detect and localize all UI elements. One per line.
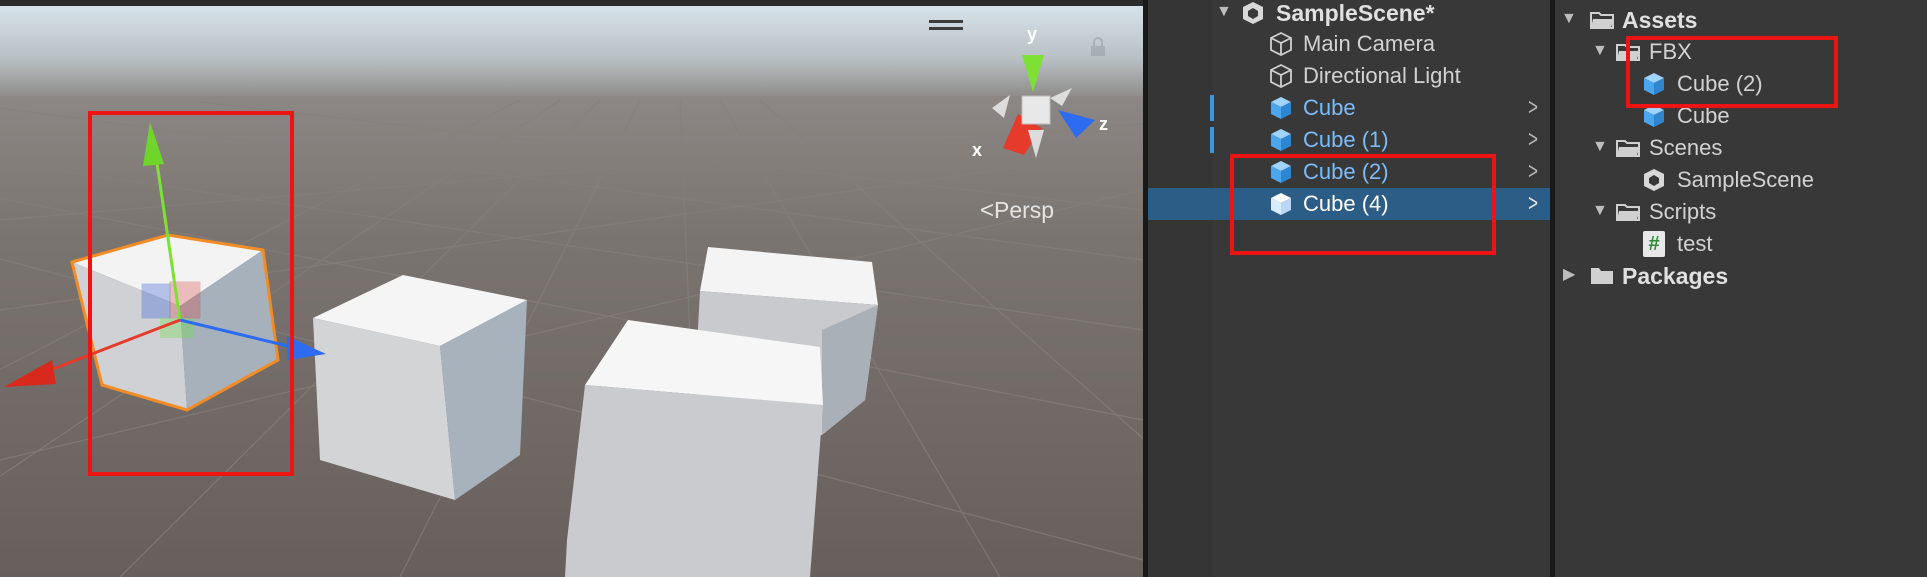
folder-open-icon <box>1616 204 1640 221</box>
hierarchy-item[interactable]: Main Camera <box>1148 28 1550 60</box>
hierarchy-panel: ▼ SampleScene* ··· Main Camera Direction… <box>1148 0 1550 577</box>
projection-toggle[interactable]: <Persp <box>980 197 1054 225</box>
project-tree-item[interactable]: ▶ Packages <box>1555 260 1927 292</box>
prefab-icon <box>1271 129 1291 151</box>
hierarchy-item[interactable]: Cube > <box>1148 92 1550 124</box>
fold-arrow-icon[interactable]: ▼ <box>1561 8 1579 30</box>
fold-arrow-icon[interactable]: ▼ <box>1592 40 1610 62</box>
scene-root-row[interactable]: ▼ SampleScene* ··· <box>1148 0 1550 29</box>
fold-arrow-icon[interactable]: ▼ <box>1216 1 1234 23</box>
folder-open-icon <box>1590 12 1614 29</box>
hierarchy-item[interactable]: Directional Light <box>1148 60 1550 92</box>
fold-arrow-icon[interactable]: ▼ <box>1592 136 1610 158</box>
project-tree-label: Scripts <box>1649 199 1717 224</box>
chevron-right-icon[interactable]: > <box>1528 190 1538 218</box>
hierarchy-item[interactable]: Cube (1) > <box>1148 124 1550 156</box>
csharp-script-icon: # <box>1643 231 1665 257</box>
project-tree-item[interactable]: # test <box>1555 228 1927 260</box>
annotation-box-hierarchy <box>1230 154 1496 255</box>
gameobject-icon <box>1270 31 1292 57</box>
fold-arrow-right-icon[interactable]: ▶ <box>1563 264 1581 286</box>
project-tree-label: test <box>1677 231 1713 256</box>
project-tree-label: Scenes <box>1649 135 1723 160</box>
hierarchy-item-label: Directional Light <box>1303 63 1461 88</box>
chevron-right-icon[interactable]: > <box>1528 126 1538 154</box>
skybox <box>0 6 1143 101</box>
hierarchy-item-label: Main Camera <box>1303 31 1436 56</box>
cube-front <box>565 320 823 577</box>
hierarchy-item-label: Cube <box>1303 95 1356 120</box>
projection-label: Persp <box>994 197 1055 223</box>
fold-arrow-icon[interactable]: ▼ <box>1592 200 1610 222</box>
gizmo-y-label[interactable]: y <box>1027 24 1037 45</box>
project-tree-label: SampleScene <box>1677 167 1814 192</box>
project-tree-item[interactable]: ▼ Assets <box>1555 4 1927 36</box>
chevron-right-icon[interactable]: > <box>1528 94 1538 122</box>
chevron-left-icon: < <box>980 197 995 224</box>
scene-view[interactable]: y x z <Persp <box>0 0 1143 577</box>
prefab-icon <box>1271 97 1291 119</box>
folder-icon <box>1591 268 1613 284</box>
script-glyph: # <box>1648 233 1660 255</box>
folder-open-icon <box>1616 140 1640 157</box>
project-tree-item[interactable]: SampleScene <box>1555 164 1927 196</box>
project-tree-item[interactable]: ▼ Scripts <box>1555 196 1927 228</box>
prefab-override-marker <box>1210 127 1214 153</box>
prefab-override-marker <box>1210 95 1214 121</box>
project-panel: ▼ Assets ▼ FBX Cube (2) Cube ▼ Scenes Sa… <box>1555 0 1927 577</box>
hamburger-icon[interactable] <box>929 20 963 30</box>
gizmo-x-label[interactable]: x <box>972 140 982 161</box>
cube-middle <box>313 275 527 500</box>
annotation-box-selected-cube <box>88 111 294 476</box>
project-tree-label: Assets <box>1622 7 1698 33</box>
unity-scene-icon <box>1644 169 1664 191</box>
project-tree-label: Packages <box>1622 263 1729 289</box>
hierarchy-item-label: Cube (1) <box>1303 127 1389 152</box>
gizmo-z-label[interactable]: z <box>1099 114 1108 135</box>
scene-name: SampleScene* <box>1276 0 1435 26</box>
unity-scene-icon <box>1243 2 1263 24</box>
chevron-right-icon[interactable]: > <box>1528 158 1538 186</box>
gameobject-icon <box>1270 63 1292 89</box>
annotation-box-project <box>1626 36 1838 108</box>
project-tree-item[interactable]: ▼ Scenes <box>1555 132 1927 164</box>
